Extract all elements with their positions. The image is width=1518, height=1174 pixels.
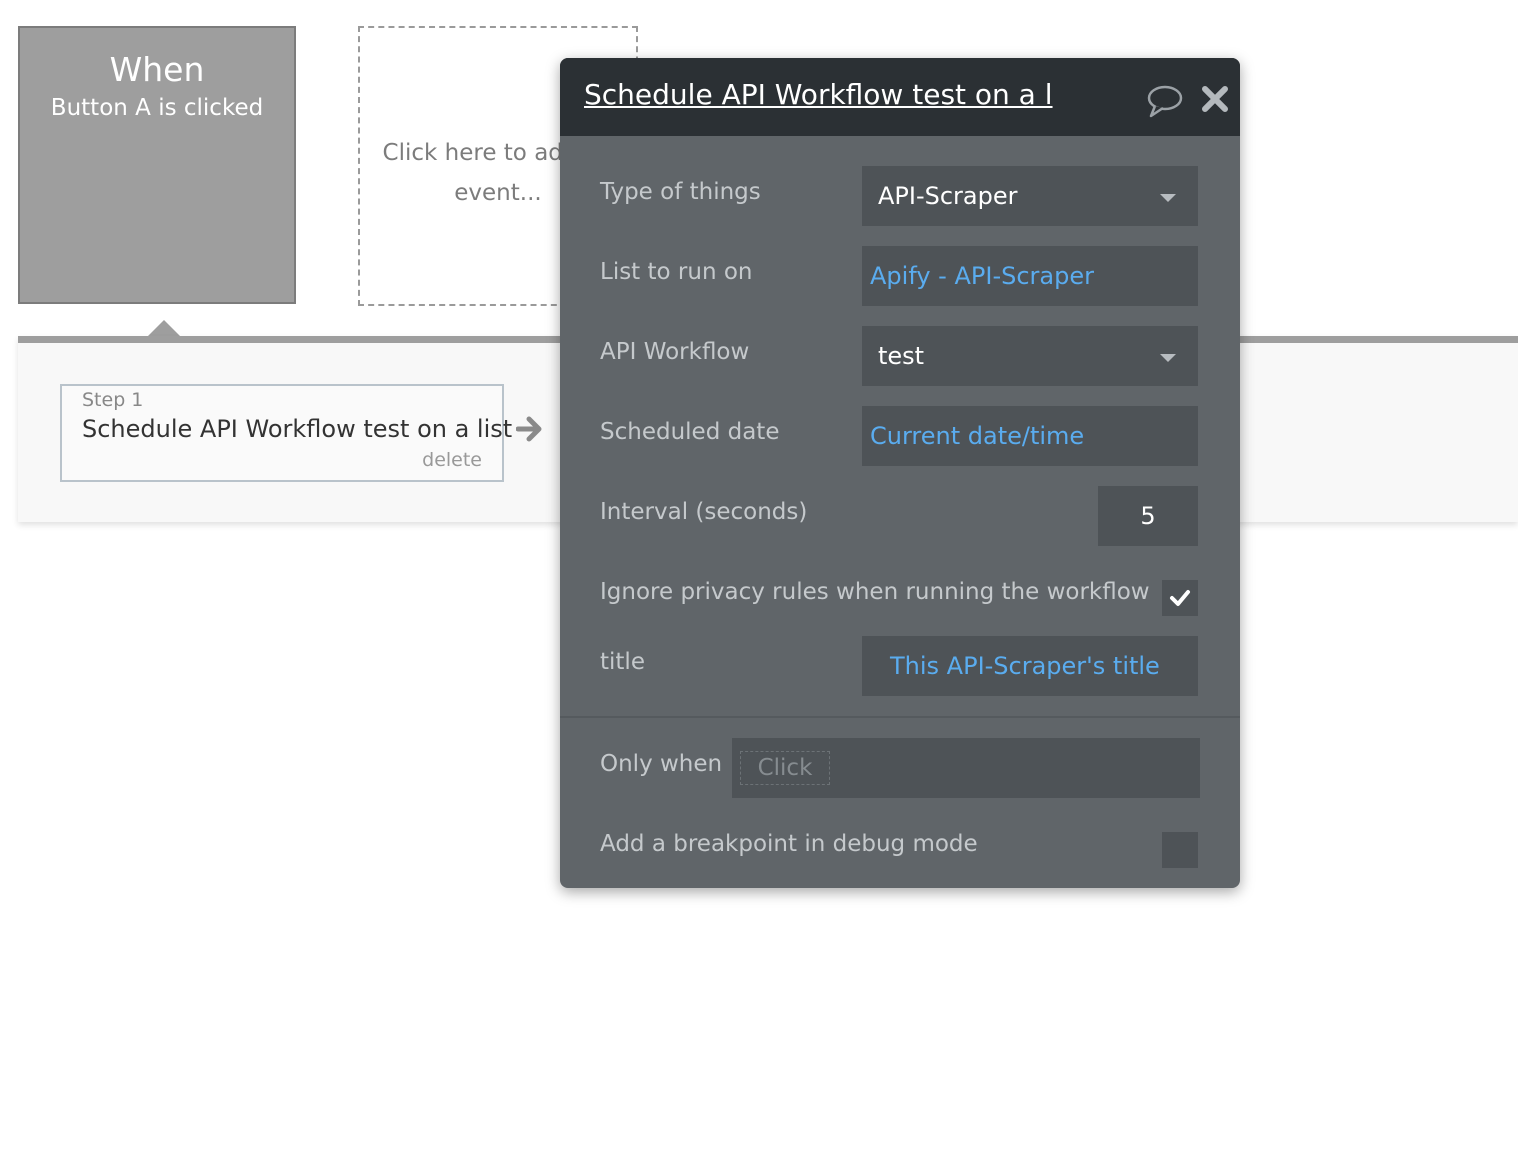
title-param-value: This API-Scraper's title	[890, 652, 1160, 680]
scheduled-date-field[interactable]: Current date/time	[862, 406, 1198, 466]
trigger-title: When	[109, 50, 205, 89]
list-to-run-on-label: List to run on	[600, 259, 753, 285]
close-icon[interactable]	[1200, 84, 1230, 118]
type-of-things-value: API-Scraper	[878, 182, 1018, 210]
list-to-run-on-value: Apify - API-Scraper	[870, 262, 1094, 290]
only-when-placeholder[interactable]: Click	[740, 751, 830, 785]
type-of-things-label: Type of things	[600, 179, 761, 205]
only-when-label: Only when	[600, 751, 723, 777]
list-to-run-on-field[interactable]: Apify - API-Scraper	[862, 246, 1198, 306]
type-of-things-dropdown[interactable]: API-Scraper	[862, 166, 1198, 226]
trigger-pointer	[147, 320, 181, 337]
trigger-subtitle: Button A is clicked	[50, 95, 264, 121]
title-param-label: title	[600, 649, 645, 675]
only-when-field[interactable]: Click	[732, 738, 1200, 798]
step-title: Schedule API Workflow test on a list	[82, 415, 513, 443]
interval-input[interactable]: 5	[1098, 486, 1198, 546]
section-divider	[560, 716, 1240, 718]
panel-title[interactable]: Schedule API Workflow test on a l	[584, 78, 1053, 111]
step-delete-link[interactable]: delete	[422, 449, 482, 471]
arrow-right-icon	[515, 416, 544, 446]
api-workflow-dropdown[interactable]: test	[862, 326, 1198, 386]
event-trigger-card[interactable]: When Button A is clicked	[18, 26, 296, 304]
breakpoint-checkbox[interactable]	[1162, 832, 1198, 868]
api-workflow-value: test	[878, 342, 925, 370]
ignore-privacy-label: Ignore privacy rules when running the wo…	[600, 579, 1150, 605]
action-property-editor: Schedule API Workflow test on a l Type o…	[560, 58, 1240, 888]
panel-header: Schedule API Workflow test on a l	[560, 58, 1240, 136]
scheduled-date-value: Current date/time	[870, 422, 1085, 450]
chevron-down-icon	[1160, 194, 1176, 202]
step-label: Step 1	[82, 389, 144, 411]
checkmark-icon	[1170, 590, 1190, 606]
title-param-field[interactable]: This API-Scraper's title	[862, 636, 1198, 696]
breakpoint-label: Add a breakpoint in debug mode	[600, 831, 978, 857]
interval-label: Interval (seconds)	[600, 499, 808, 525]
scheduled-date-label: Scheduled date	[600, 419, 780, 445]
chevron-down-icon	[1160, 354, 1176, 362]
ignore-privacy-checkbox[interactable]	[1162, 580, 1198, 616]
api-workflow-label: API Workflow	[600, 339, 750, 365]
speech-bubble-icon[interactable]	[1146, 84, 1184, 122]
step-card[interactable]: Step 1 Schedule API Workflow test on a l…	[60, 384, 512, 482]
